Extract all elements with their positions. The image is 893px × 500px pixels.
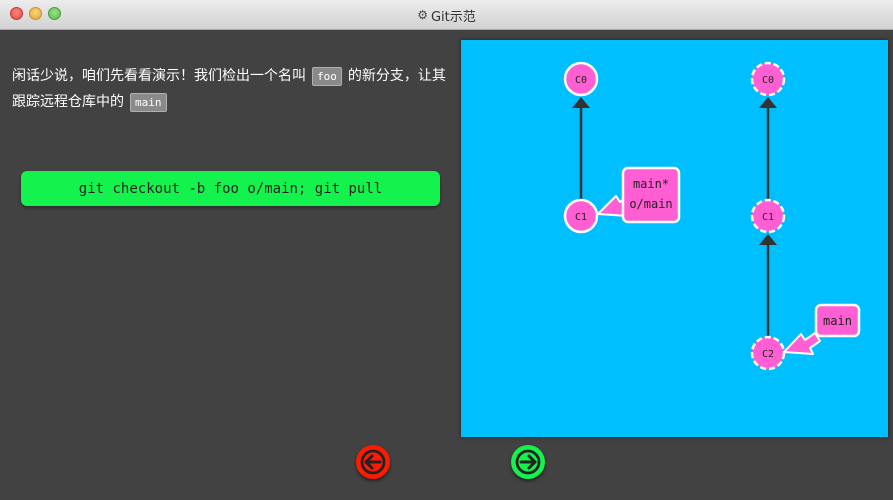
command-text: git checkout -b foo o/main; git pull xyxy=(78,180,383,197)
arrow-left-icon xyxy=(360,449,386,475)
commit-label: C1 xyxy=(762,212,774,223)
branch-label-remote-main: main xyxy=(823,314,852,328)
commit-remote-c0[interactable]: C0 xyxy=(750,61,786,97)
edge-arrow-local-c0 xyxy=(572,97,590,108)
branch-tag-remote-main[interactable]: main xyxy=(814,303,861,338)
code-main: main xyxy=(130,92,167,112)
commit-remote-c2[interactable]: C2 xyxy=(750,335,786,371)
branch-label-main-star: main* xyxy=(633,177,669,191)
branch-tag-local-main[interactable]: main* o/main xyxy=(621,166,681,224)
back-button[interactable] xyxy=(356,445,390,479)
commit-local-c0[interactable]: C0 xyxy=(563,61,599,97)
window-title: Git示范 xyxy=(430,9,476,25)
commit-remote-c1[interactable]: C1 xyxy=(750,198,786,234)
branch-label-o-main: o/main xyxy=(629,197,672,211)
window-title-wrap: ⚙ Git示范 xyxy=(0,0,893,30)
commit-label: C1 xyxy=(575,212,587,223)
window-titlebar: ⚙ Git示范 xyxy=(0,0,893,30)
command-button[interactable]: git checkout -b foo o/main; git pull xyxy=(21,171,440,206)
git-graph: C0 C1 main* o/main C0 C1 C2 main xyxy=(563,61,861,371)
commit-label: C0 xyxy=(762,75,774,86)
commit-label: C0 xyxy=(575,75,587,86)
arrow-right-icon xyxy=(515,449,541,475)
description-text-1: 闲话少说，咱们先看看演示！我们检出一个名叫 xyxy=(12,68,306,84)
code-foo: foo xyxy=(312,66,342,86)
commit-local-c1[interactable]: C1 xyxy=(563,198,599,234)
lesson-description: 闲话少说，咱们先看看演示！我们检出一个名叫 foo 的新分支，让其跟踪远程仓库中的 m… xyxy=(12,63,452,115)
commit-label: C2 xyxy=(762,349,774,360)
gear-icon: ⚙ xyxy=(417,8,428,22)
edge-arrow-remote-c1 xyxy=(759,234,777,245)
branch-arrow-remote xyxy=(783,332,821,355)
edge-arrow-remote-c0 xyxy=(759,97,777,108)
git-visualization-canvas: C0 C1 main* o/main C0 C1 C2 main xyxy=(461,40,888,437)
forward-button[interactable] xyxy=(511,445,545,479)
